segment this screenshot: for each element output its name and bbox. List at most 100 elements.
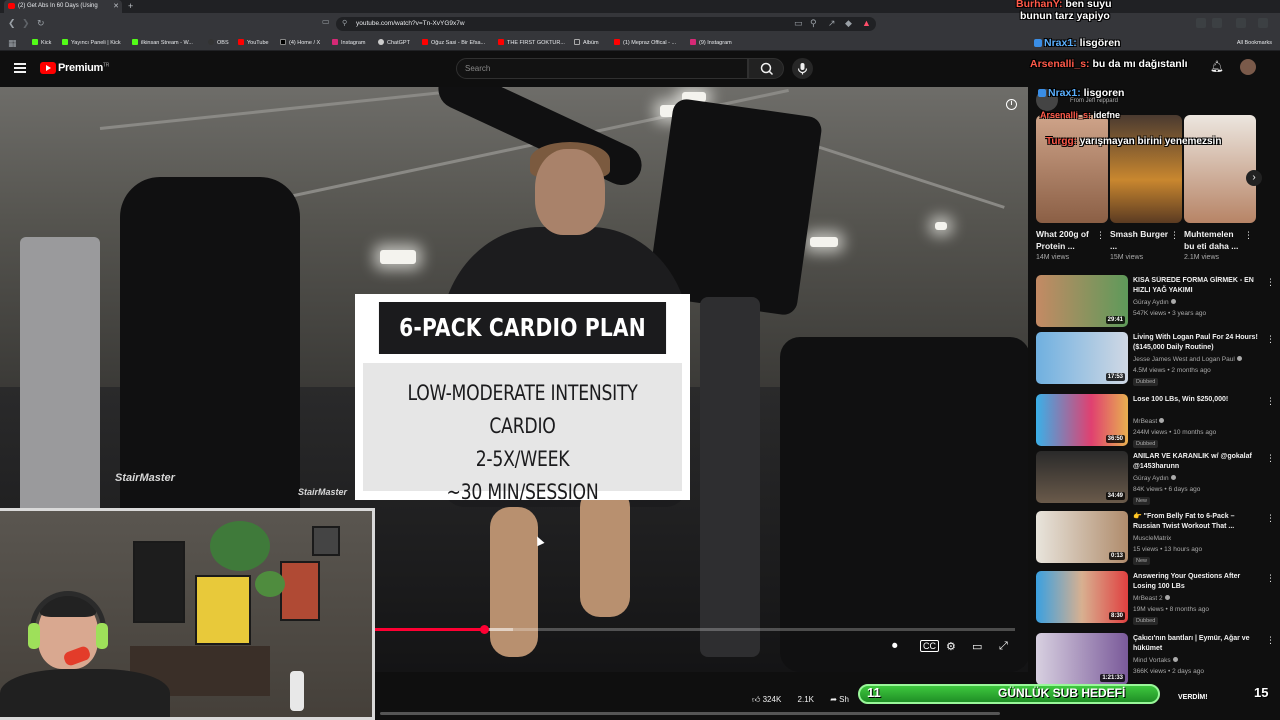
video-channel[interactable]: Jesse James West and Logan Paul [1133,356,1242,363]
share-arrow-icon[interactable]: ➦ [830,695,837,704]
progress-bar-scrubber[interactable] [479,625,489,634]
extension-shield-icon[interactable]: ◆ [845,18,852,29]
video-thumbnail[interactable]: 29:41 [1036,275,1128,327]
apps-grid-icon[interactable]: ▦ [8,38,17,49]
video-thumbnail[interactable]: 34:49 [1036,451,1128,503]
more-options-icon[interactable]: ⋮ [1266,635,1275,646]
bookmark-item[interactable]: Yayıncı Paneli | Kick [62,35,121,51]
short-more-options-icon[interactable]: ⋮ [1244,230,1253,241]
more-options-icon[interactable]: ⋮ [1266,453,1275,464]
video-channel[interactable]: MrBeast 2 [1133,595,1170,602]
youtube-logo-icon[interactable] [40,62,56,74]
secondary-count[interactable]: 2.1K [798,695,814,704]
forward-icon[interactable]: ❯ [22,18,30,29]
autoplay-toggle-icon[interactable]: ⏺ [892,640,898,653]
extension-icon[interactable] [1212,18,1222,28]
video-thumbnail[interactable]: 0:13 [1036,511,1128,563]
more-options-icon[interactable]: ⋮ [1266,573,1275,584]
youtube-icon [422,39,428,45]
bookmark-item[interactable]: (1) Mepraz Offical - ... [614,35,676,51]
bookmark-item[interactable]: (4) Home / X [280,35,320,51]
video-title[interactable]: Çakıcı'nın bantları | Eymür, Ağar ve hük… [1133,634,1261,654]
bookmark-item[interactable]: Albüm [574,35,599,51]
video-channel[interactable]: Mind Vortaks [1133,657,1178,664]
info-icon[interactable]: i [1006,99,1017,110]
bookmark-item[interactable]: OBS [208,35,229,51]
youtube-logo-text[interactable]: PremiumTR [58,62,109,74]
video-title[interactable]: Living With Logan Paul For 24 Hours! ($1… [1133,333,1261,353]
bookmark-item[interactable]: Kick [32,35,51,51]
back-icon[interactable]: ❮ [8,18,16,29]
bookmark-item[interactable]: Instagram [332,35,365,51]
like-count[interactable]: 324K [763,695,782,704]
menu-icon[interactable] [1258,18,1268,28]
video-thumbnail[interactable]: 1:21:33 [1036,633,1128,685]
verified-icon [1159,418,1165,423]
miniplayer-icon[interactable]: ▭ [972,640,982,653]
video-channel[interactable]: Güray Aydın [1133,475,1176,482]
profile-icon[interactable] [1236,18,1246,28]
short-thumbnail[interactable] [1036,115,1108,223]
fullscreen-icon[interactable]: ⤢ [999,640,1008,653]
notifications-bell-icon[interactable]: 🔔︎ [1210,60,1224,73]
share-icon[interactable]: ↗ [828,18,836,29]
related-video-item[interactable]: 36:50 Lose 100 LBs, Win $250,000! MrBeas… [1036,394,1275,450]
settings-gear-icon[interactable]: ⚙ [946,640,956,653]
video-thumbnail[interactable]: 8:30 [1036,571,1128,623]
chat-message: bunun tarz yapiyo [1020,10,1110,22]
short-title[interactable]: Smash Burger ... [1110,228,1170,252]
bookmark-icon[interactable]: ▭ [322,17,330,26]
video-title[interactable]: KISA SÜREDE FORMA GİRMEK - EN HIZLI YAĞ … [1133,276,1261,296]
video-thumbnail[interactable]: 36:50 [1036,394,1128,446]
video-title[interactable]: 👉 "From Belly Fat to 6-Pack – Russian Tw… [1133,512,1261,532]
related-video-item[interactable]: 29:41 KISA SÜREDE FORMA GİRMEK - EN HIZL… [1036,275,1275,331]
screen-cast-icon[interactable]: ▭ [794,18,803,29]
search-input[interactable]: Search [456,58,748,79]
bookmark-item[interactable]: ilkinsan Stream - W... [132,35,193,51]
more-options-icon[interactable]: ⋮ [1266,334,1275,345]
short-more-options-icon[interactable]: ⋮ [1096,230,1105,241]
zoom-icon[interactable]: ⚲ [810,18,817,29]
new-tab-button[interactable]: + [128,0,133,13]
hamburger-menu-icon[interactable] [14,63,26,73]
search-button[interactable] [748,58,784,79]
voice-search-button[interactable] [792,58,813,79]
short-title[interactable]: Muhtemelen bu eti daha ... [1184,228,1244,252]
tab-close-icon[interactable]: ✕ [113,0,119,13]
more-options-icon[interactable]: ⋮ [1266,513,1275,524]
bookmark-item[interactable]: (9) Instagram [690,35,732,51]
video-channel[interactable]: Güray Aydın [1133,299,1176,306]
browser-tab[interactable]: (2) Get Abs In 60 Days (Using ✕ [4,0,122,13]
extension-triangle-icon[interactable]: ▲ [862,18,871,28]
bookmark-item[interactable]: THE FIRST GOKTUR... [498,35,565,51]
site-info-icon[interactable]: ⚲ [342,17,347,31]
extension-icon[interactable] [1196,18,1206,28]
all-bookmarks[interactable]: All Bookmarks [1237,35,1272,51]
short-thumbnail[interactable] [1110,115,1182,223]
related-video-item[interactable]: 0:13 👉 "From Belly Fat to 6-Pack – Russi… [1036,511,1275,567]
avatar[interactable] [1240,59,1256,75]
shorts-next-arrow-icon[interactable]: › [1246,170,1262,186]
bookmark-item[interactable]: ChatGPT [378,35,410,51]
more-options-icon[interactable]: ⋮ [1266,277,1275,288]
video-title[interactable]: ANILAR VE KARANLIK w/ @gokalaf @1453haru… [1133,452,1261,472]
video-title[interactable]: Answering Your Questions After Losing 10… [1133,572,1261,592]
video-thumbnail[interactable]: 17:53 [1036,332,1128,384]
short-title[interactable]: What 200g of Protein ... [1036,228,1096,252]
video-title[interactable]: Lose 100 LBs, Win $250,000! [1133,395,1261,405]
bookmark-item[interactable]: YouTube [238,35,269,51]
related-video-item[interactable]: 8:30 Answering Your Questions After Losi… [1036,571,1275,627]
bookmark-item[interactable]: Oğuz Sasi - Bir Efsa... [422,35,485,51]
like-icon[interactable]: 👍︎ [752,695,760,704]
share-label[interactable]: Sh [839,695,849,704]
reload-icon[interactable]: ↻ [37,18,45,29]
captions-icon[interactable]: CC [920,640,939,652]
related-video-item[interactable]: 17:53 Living With Logan Paul For 24 Hour… [1036,332,1275,388]
video-channel[interactable]: MuscleMatrix [1133,535,1171,542]
video-channel[interactable]: MrBeast [1133,418,1165,425]
more-options-icon[interactable]: ⋮ [1266,396,1275,407]
short-thumbnail[interactable] [1184,115,1256,223]
horizontal-scrollbar[interactable] [380,712,1000,715]
related-video-item[interactable]: 34:49 ANILAR VE KARANLIK w/ @gokalaf @14… [1036,451,1275,507]
short-more-options-icon[interactable]: ⋮ [1170,230,1179,241]
